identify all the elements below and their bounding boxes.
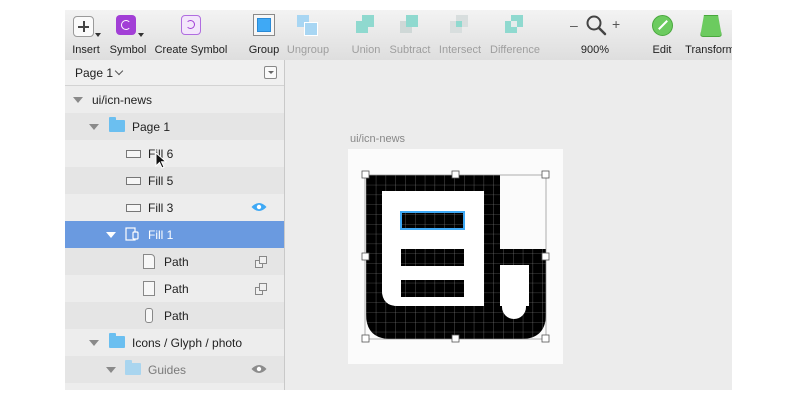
disclosure-triangle-icon[interactable] [106,232,116,238]
mask-icon[interactable] [255,256,267,268]
page-selector-label: Page 1 [75,66,114,80]
difference-icon [505,15,525,35]
layer-row-fill-3[interactable]: Fill 3 [65,194,284,221]
layer-name: Icons / Glyph / photo [132,336,243,350]
layers-panel: Page 1 ui/icn-news Page 1 Fill 6 Fill 5 [65,60,285,390]
chevron-down-icon [138,33,144,37]
news-glyph [361,170,550,343]
layer-name: Page 1 [132,120,171,134]
subtract-label: Subtract [389,44,431,56]
eye-icon[interactable] [251,202,267,212]
zoom-value: 900% [580,44,610,56]
path-shape-icon [145,308,153,323]
create-symbol-button[interactable]: Create Symbol [153,14,229,56]
create-symbol-icon [181,15,201,35]
ungroup-button[interactable]: Ungroup [286,14,330,56]
transform-label: Transform [685,44,732,56]
pages-toggle-button[interactable] [264,66,277,79]
layer-row-fill-6[interactable]: Fill 6 [65,140,284,167]
intersect-icon [450,15,470,35]
ungroup-label: Ungroup [286,44,330,56]
zoom-in-button[interactable]: + [612,16,620,32]
symbol-button[interactable]: Symbol [108,14,148,56]
layer-row-page-1[interactable]: Page 1 [65,113,284,140]
subtract-icon [400,15,420,35]
layer-row-fill-5[interactable]: Fill 5 [65,167,284,194]
layer-name: Guides [148,363,187,377]
page-selector[interactable]: Page 1 [65,60,284,86]
rectangle-shape-icon [126,177,141,185]
folder-icon [125,360,141,375]
difference-button[interactable]: Difference [487,14,543,56]
folder-icon [109,117,125,132]
symbol-icon [116,15,136,35]
union-button[interactable]: Union [348,14,384,56]
layer-name: Fill 1 [148,228,174,242]
disclosure-triangle-icon[interactable] [106,367,116,373]
create-symbol-label: Create Symbol [154,44,228,56]
layer-row-fill-1[interactable]: Fill 1 [65,221,284,248]
group-button[interactable]: Group [245,14,283,56]
layer-row-artboard[interactable]: ui/icn-news [65,86,284,113]
magnifier-icon [586,15,607,36]
sketch-window: Insert Symbol Create Symbol Group Ungrou… [65,10,732,390]
disclosure-triangle-icon[interactable] [89,340,99,346]
layer-name: Path [164,309,189,323]
union-label: Union [351,44,381,56]
layer-row-path[interactable]: Path [65,248,284,275]
canvas[interactable]: ui/icn-news [285,60,732,390]
plus-icon [73,16,94,37]
edit-button[interactable]: Edit [645,14,679,56]
path-shape-icon [143,281,155,296]
chevron-down-icon [95,33,101,37]
group-icon [253,14,275,36]
layer-name: Fill 3 [148,201,174,215]
disclosure-triangle-icon[interactable] [89,124,99,130]
layer-name: Path [164,282,189,296]
difference-label: Difference [490,44,540,56]
folder-icon [109,333,125,348]
layer-name: ui/icn-news [92,93,153,107]
rectangle-shape-icon [126,204,141,212]
layer-row-guides[interactable]: Guides [65,356,284,383]
transform-icon [700,15,722,37]
layer-name: Path [164,255,189,269]
transform-button[interactable]: Transform [682,14,732,56]
edit-icon [652,15,673,36]
disclosure-triangle-icon[interactable] [73,97,83,103]
layer-row-path[interactable]: Path [65,275,284,302]
mask-icon[interactable] [255,283,267,295]
insert-label: Insert [72,44,100,56]
toolbar: Insert Symbol Create Symbol Group Ungrou… [65,10,732,61]
ungroup-icon [297,15,318,36]
mouse-cursor [155,152,168,169]
artboard[interactable] [348,149,563,364]
zoom-control: – + 900% [565,14,625,56]
subtract-button[interactable]: Subtract [387,14,433,56]
union-icon [356,15,376,35]
path-shape-icon [143,254,155,269]
zoom-out-button[interactable]: – [570,17,578,33]
shape-group-icon [125,227,139,241]
layer-row-icons-glyph-photo[interactable]: Icons / Glyph / photo [65,329,284,356]
intersect-button[interactable]: Intersect [436,14,484,56]
artboard-label[interactable]: ui/icn-news [350,133,405,145]
rectangle-shape-icon [126,150,141,158]
layer-row-path[interactable]: Path [65,302,284,329]
group-label: Group [248,44,280,56]
chevron-down-icon [114,66,124,76]
intersect-label: Intersect [438,44,482,56]
edit-label: Edit [652,44,672,56]
symbol-label: Symbol [109,44,147,56]
layer-name: Fill 5 [148,174,174,188]
eye-icon[interactable] [251,364,267,374]
insert-button[interactable]: Insert [69,14,103,56]
